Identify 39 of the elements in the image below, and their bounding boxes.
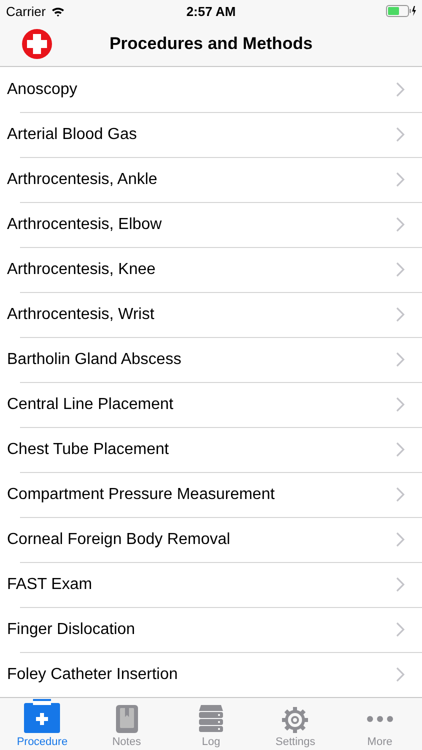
chevron-icon — [396, 172, 405, 187]
chevron-icon — [396, 352, 405, 367]
chevron-icon — [396, 307, 405, 322]
server-stack-icon — [199, 705, 224, 733]
chevron-icon — [396, 262, 405, 277]
chevron-icon — [396, 487, 405, 502]
carrier-name: Carrier — [6, 4, 46, 18]
list-item[interactable]: Chest Tube Placement — [0, 427, 422, 472]
list-item[interactable]: Arthrocentesis, Knee — [0, 247, 422, 292]
list-item[interactable]: Corneal Foreign Body Removal — [0, 517, 422, 562]
list-item[interactable]: Foley Catheter Insertion — [0, 652, 422, 697]
book-icon — [116, 705, 138, 733]
more-dots-icon — [366, 716, 393, 722]
list-item[interactable]: Bartholin Gland Abscess — [0, 337, 422, 382]
chevron-icon — [396, 532, 405, 547]
wifi-icon — [50, 6, 65, 16]
battery-icon — [386, 5, 416, 17]
medical-cross-logo[interactable] — [21, 28, 53, 60]
chevron-icon — [396, 667, 405, 682]
chevron-icon — [396, 577, 405, 592]
list-item[interactable]: FAST Exam — [0, 562, 422, 607]
list-item[interactable]: Central Line Placement — [0, 382, 422, 427]
list-item[interactable]: Anoscopy — [0, 67, 422, 112]
list-item[interactable]: Arthrocentesis, Ankle — [0, 157, 422, 202]
chevron-icon — [396, 82, 405, 97]
list-item[interactable]: Arthrocentesis, Wrist — [0, 292, 422, 337]
chevron-icon — [396, 217, 405, 232]
chevron-icon — [396, 397, 405, 412]
list-item[interactable]: Compartment Pressure Measurement — [0, 472, 422, 517]
chevron-icon — [396, 442, 405, 457]
chevron-icon — [396, 622, 405, 637]
list-item[interactable]: Finger Dislocation — [0, 607, 422, 652]
nav-title: Procedures and Methods — [109, 34, 313, 54]
list-item[interactable]: Arthrocentesis, Elbow — [0, 202, 422, 247]
chevron-icon — [396, 127, 405, 142]
status-time: 2:57 AM — [186, 4, 236, 18]
list-item[interactable]: Arterial Blood Gas — [0, 112, 422, 157]
tab-bar-item[interactable]: Procedure — [0, 698, 84, 750]
gear-icon — [282, 707, 308, 733]
